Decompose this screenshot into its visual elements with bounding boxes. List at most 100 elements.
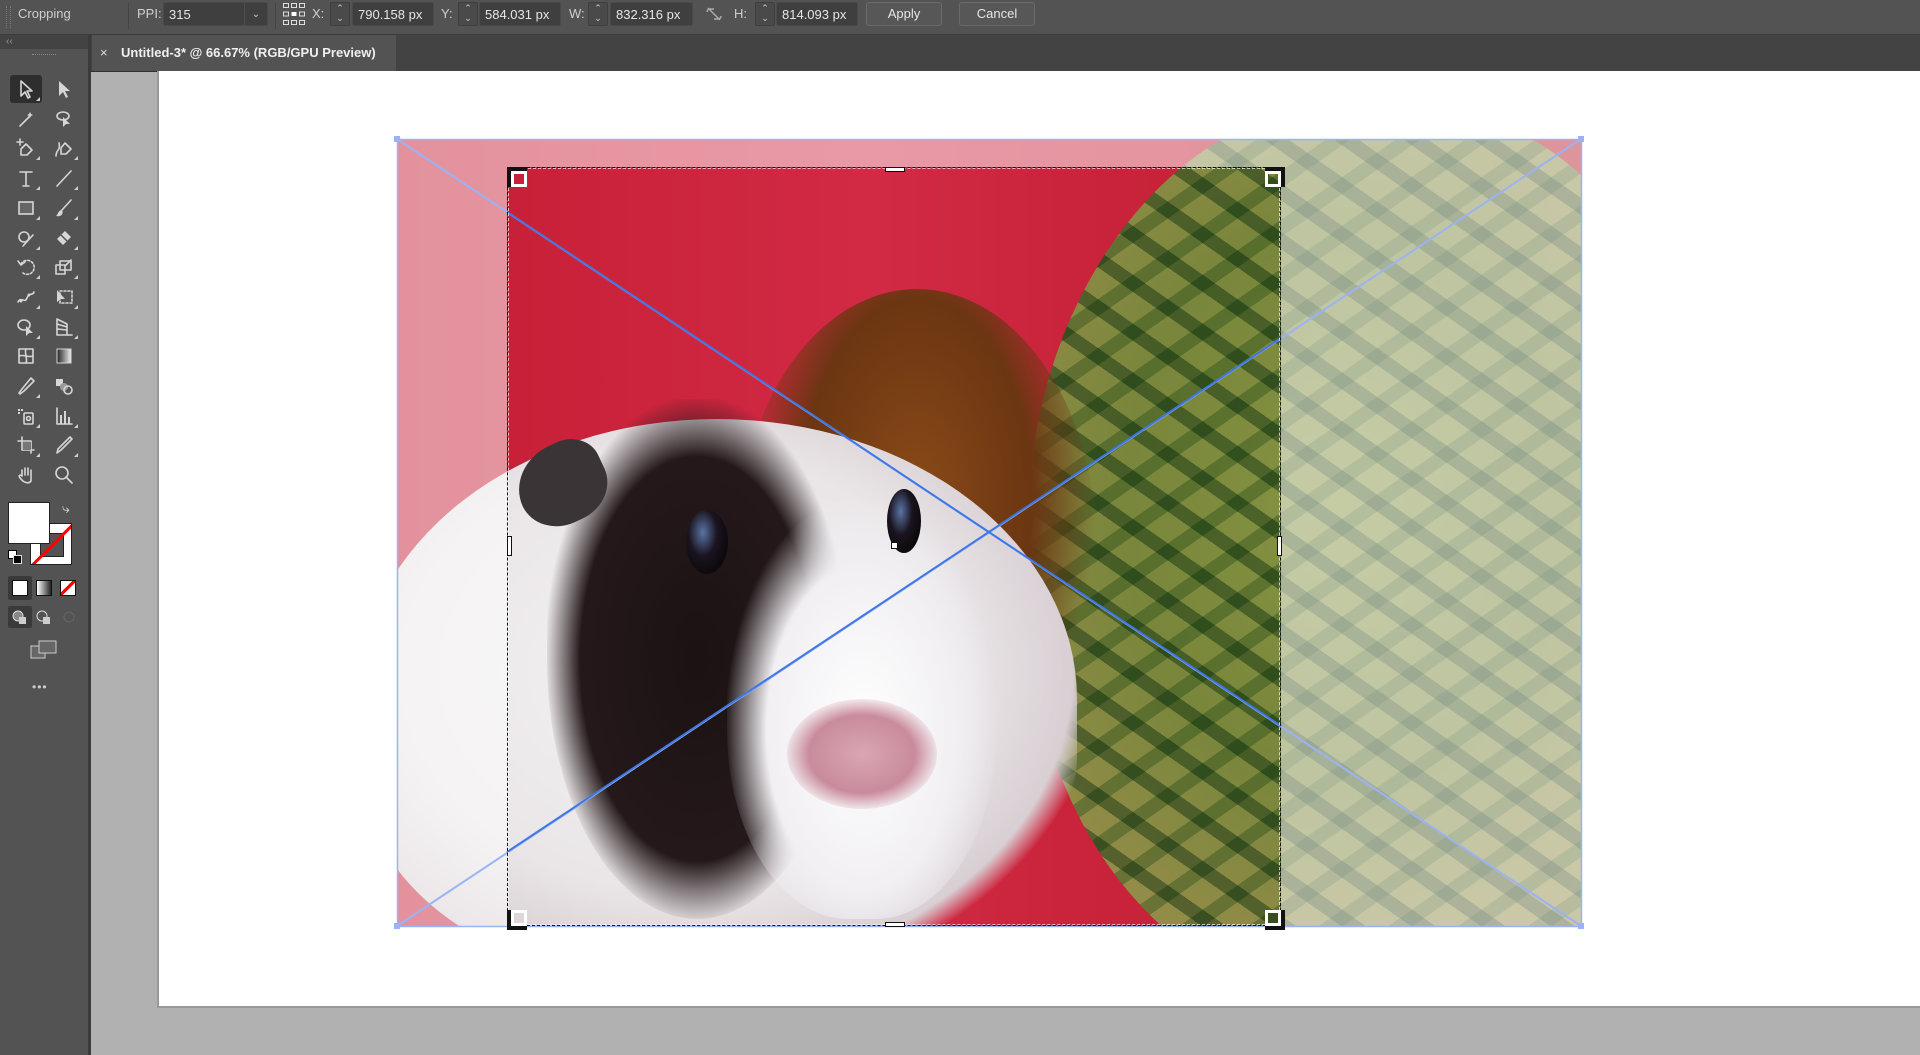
none-icon[interactable] [60, 580, 76, 596]
x-label: X: [312, 6, 325, 21]
zoom-tool[interactable] [48, 461, 80, 489]
y-stepper[interactable]: ⌃ ⌄ [458, 2, 478, 26]
close-tab-icon[interactable]: × [100, 35, 108, 71]
document-tab[interactable]: × Untitled-3* @ 66.67% (RGB/GPU Preview) [92, 35, 396, 71]
pen-tool[interactable] [10, 134, 42, 162]
crop-handle-top-right[interactable] [1265, 167, 1285, 187]
h-field[interactable]: 814.093 px [776, 2, 858, 26]
crop-handle-left[interactable] [507, 536, 512, 556]
cancel-button[interactable]: Cancel [959, 2, 1035, 26]
draw-inside-icon[interactable] [58, 606, 82, 628]
tool-group-indicator [36, 156, 40, 161]
selection-tool[interactable] [10, 75, 42, 103]
frame-anchor-top-right[interactable] [1578, 136, 1584, 142]
curvature-tool[interactable] [48, 134, 80, 162]
column-graph-icon [56, 406, 73, 425]
lasso-tool[interactable] [48, 105, 80, 133]
tool-group-indicator [74, 304, 78, 309]
w-label: W: [569, 6, 585, 21]
rotate-tool[interactable] [10, 253, 42, 281]
draw-normal-icon[interactable] [8, 606, 32, 628]
shaper-tool[interactable] [10, 224, 42, 252]
tools-panel-grip[interactable] [32, 54, 56, 59]
mesh-tool[interactable] [10, 342, 42, 370]
y-field[interactable]: 584.031 px [479, 2, 561, 26]
control-bar: Cropping PPI: 315 ⌄ X: ⌃ ⌄ 790.158 px Y: … [0, 0, 1920, 35]
gradient-icon[interactable] [36, 580, 52, 596]
perspective-grid-icon [56, 317, 73, 336]
mesh-icon [18, 348, 34, 365]
default-fill-stroke-icon[interactable] [8, 550, 22, 564]
line-segment-icon [56, 170, 72, 187]
apply-button[interactable]: Apply [866, 2, 942, 26]
eyedropper-icon [18, 377, 35, 395]
w-stepper[interactable]: ⌃ ⌄ [588, 2, 608, 26]
tool-group-indicator [36, 453, 40, 458]
hand-tool[interactable] [10, 461, 42, 489]
puppet-warp-tool[interactable] [10, 283, 42, 311]
paintbrush-icon [56, 198, 72, 216]
symbol-sprayer-icon [18, 408, 34, 425]
tool-group-indicator [36, 275, 40, 280]
direct-selection-icon [59, 81, 70, 98]
symbol-sprayer-tool[interactable] [10, 402, 42, 430]
line-segment-tool[interactable] [48, 164, 80, 192]
swap-fill-stroke-icon[interactable]: ⤷ [62, 500, 70, 517]
crop-handle-bottom-left[interactable] [507, 910, 527, 930]
ppi-select[interactable]: 315 ⌄ [163, 2, 268, 26]
artboard-tool[interactable] [10, 431, 42, 459]
frame-anchor-top-left[interactable] [394, 136, 400, 142]
mode-label: Cropping [18, 6, 71, 21]
reference-point-icon[interactable] [282, 2, 306, 26]
shaper-icon [18, 230, 34, 247]
control-bar-grip[interactable] [6, 6, 11, 28]
draw-behind-icon[interactable] [32, 606, 56, 628]
perspective-grid-tool[interactable] [48, 313, 80, 341]
direct-selection-tool[interactable] [48, 75, 80, 103]
blend-tool[interactable] [48, 372, 80, 400]
crop-handle-bottom-right[interactable] [1265, 910, 1285, 930]
h-stepper[interactable]: ⌃ ⌄ [755, 2, 775, 26]
x-stepper[interactable]: ⌃ ⌄ [330, 2, 350, 26]
tool-group-indicator [74, 186, 78, 191]
w-field[interactable]: 832.316 px [610, 2, 693, 26]
chevron-down-icon[interactable]: ⌄ [244, 3, 267, 25]
unlink-proportions-icon[interactable] [704, 6, 724, 22]
crop-handle-bottom[interactable] [885, 922, 905, 927]
color-icon[interactable] [12, 580, 28, 596]
puppet-warp-icon [17, 291, 35, 303]
tool-group-indicator [74, 156, 78, 161]
tool-group-indicator [36, 186, 40, 191]
lasso-icon [56, 110, 70, 127]
frame-anchor-bottom-right[interactable] [1578, 923, 1584, 929]
magic-wand-tool[interactable] [10, 105, 42, 133]
rotate-icon [17, 259, 35, 276]
gradient-tool[interactable] [48, 342, 80, 370]
column-graph-tool[interactable] [48, 402, 80, 430]
scale-tool[interactable] [48, 253, 80, 281]
tool-group-indicator [36, 215, 40, 220]
eraser-icon [57, 230, 71, 245]
x-field[interactable]: 790.158 px [352, 2, 434, 26]
eyedropper-tool[interactable] [10, 372, 42, 400]
paintbrush-tool[interactable] [48, 194, 80, 222]
zoom-icon [55, 466, 73, 484]
fill-swatch[interactable] [8, 502, 50, 544]
frame-anchor-bottom-left[interactable] [394, 923, 400, 929]
type-tool[interactable] [10, 164, 42, 192]
crop-handle-right[interactable] [1277, 536, 1282, 556]
rectangle-tool[interactable] [10, 194, 42, 222]
edit-toolbar-button[interactable]: ••• [32, 680, 48, 694]
tool-group-indicator [36, 304, 40, 309]
collapse-panel-icon[interactable]: ‹‹ [6, 36, 13, 47]
crop-handle-top[interactable] [885, 167, 905, 172]
slice-tool[interactable] [48, 431, 80, 459]
free-transform-tool[interactable] [48, 283, 80, 311]
change-screen-mode-icon[interactable] [30, 640, 58, 660]
crop-handle-top-left[interactable] [507, 167, 527, 187]
crop-center-point[interactable] [891, 542, 898, 549]
y-label: Y: [441, 6, 453, 21]
selection-icon [20, 80, 33, 99]
eraser-tool[interactable] [48, 224, 80, 252]
shape-builder-tool[interactable] [10, 313, 42, 341]
